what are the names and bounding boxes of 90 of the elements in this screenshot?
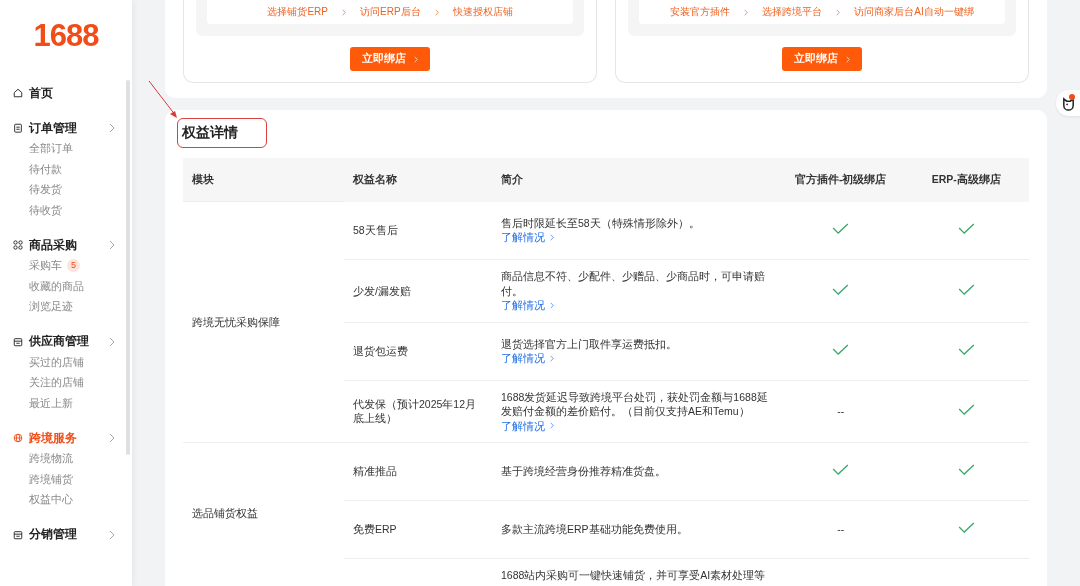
nav-item[interactable]: 权益中心 xyxy=(13,489,73,510)
column-header: 模块 xyxy=(183,158,344,202)
column-header: 简介 xyxy=(492,158,778,202)
chevron-icon xyxy=(109,529,115,540)
step-link[interactable]: 安装官方插件 xyxy=(670,5,731,19)
chevron-icon xyxy=(836,8,841,16)
learn-more-link[interactable]: 了解情况 xyxy=(501,418,554,433)
nav-group[interactable]: 订单管理 xyxy=(13,118,115,138)
check-icon xyxy=(832,464,850,476)
check-icon xyxy=(957,464,975,476)
column-header: ERP-高级绑店 xyxy=(903,158,1029,202)
table-cell-text: 基于跨境经营身份推荐精准货盘。 xyxy=(501,464,667,479)
grid-icon xyxy=(13,240,23,250)
chevron-icon xyxy=(434,8,439,16)
logo[interactable]: 1688 xyxy=(33,0,99,71)
nav-item[interactable]: 待收货 xyxy=(13,199,62,220)
step-link[interactable]: 访问ERP后台 xyxy=(360,5,421,19)
chevron-icon xyxy=(109,240,115,250)
nav-item[interactable]: 关注的店铺 xyxy=(13,372,84,393)
section-title: 权益详情 xyxy=(177,118,267,148)
chevron-icon xyxy=(550,354,554,362)
nav-group[interactable]: 跨境服务 xyxy=(13,428,115,448)
nav-item[interactable]: 全部订单 xyxy=(13,138,73,159)
nav-item[interactable]: 买过的店铺 xyxy=(13,351,84,372)
check-icon xyxy=(832,223,850,234)
nav-item[interactable]: 浏览足迹 xyxy=(13,296,73,317)
step-link[interactable]: 快速授权店铺 xyxy=(452,5,513,19)
table-cell: 免费ERP xyxy=(353,523,397,536)
chevron-icon xyxy=(550,234,554,241)
check-icon xyxy=(957,223,975,234)
column-header: 权益名称 xyxy=(344,158,492,202)
chevron-icon xyxy=(109,336,115,347)
globe-icon xyxy=(13,433,23,443)
step-link[interactable]: 选择跨境平台 xyxy=(762,5,823,19)
chevron-icon xyxy=(414,55,418,63)
cat-icon xyxy=(1060,95,1076,111)
check-icon xyxy=(957,283,975,295)
store-icon xyxy=(13,336,23,347)
table-cell-text: 多款主流跨境ERP基础功能免费使用。 xyxy=(501,522,689,537)
nav-group[interactable]: 分销管理 xyxy=(13,524,115,545)
check-icon xyxy=(832,343,850,355)
nav-item[interactable]: 跨境铺货 xyxy=(13,468,73,489)
bind-button[interactable]: 立即绑店 xyxy=(350,47,430,71)
assistant-button[interactable] xyxy=(1056,90,1080,116)
chevron-icon xyxy=(846,55,850,63)
table-cell: -- xyxy=(837,523,845,536)
table-cell: 选品铺货权益 xyxy=(192,506,258,519)
nav-group[interactable]: 供应商管理 xyxy=(13,331,115,352)
step-link[interactable]: 选择铺货ERP xyxy=(267,5,328,19)
check-icon xyxy=(957,343,975,355)
count-badge: 5 xyxy=(67,258,80,272)
table-cell: 精准推品 xyxy=(353,465,397,478)
check-icon xyxy=(832,283,850,295)
bind-button[interactable]: 立即绑店 xyxy=(782,47,862,71)
table-cell-text: 退货选择官方上门取件享运费抵扣。 xyxy=(501,336,678,351)
home-icon xyxy=(13,88,23,98)
nav-group[interactable]: 商品采购 xyxy=(13,235,115,255)
chevron-icon xyxy=(550,422,554,430)
table-cell: 代发保（预计2025年12月底上线） xyxy=(353,397,477,425)
table-cell: -- xyxy=(837,405,845,417)
check-icon xyxy=(957,522,975,534)
learn-more-link[interactable]: 了解情况 xyxy=(501,351,554,366)
table-cell: 跨境无忧采购保障 xyxy=(192,315,280,328)
table-cell: 少发/漏发赔 xyxy=(353,284,411,297)
chevron-icon xyxy=(109,123,115,133)
nav-item[interactable]: 收藏的商品 xyxy=(13,275,84,296)
table-cell: 退货包运费 xyxy=(353,344,408,357)
chevron-icon xyxy=(342,8,346,16)
table-cell-text: 商品信息不符、少配件、少赠品、少商品时，可申请赔付。 xyxy=(501,269,766,298)
nav-item[interactable]: 待发货 xyxy=(13,179,62,200)
chevron-icon xyxy=(550,301,554,309)
nav-group[interactable]: 首页 xyxy=(13,83,115,103)
store-icon xyxy=(13,529,23,540)
chevron-icon xyxy=(744,8,749,16)
learn-more-link[interactable]: 了解情况 xyxy=(501,298,554,313)
table-cell: 58天售后 xyxy=(353,224,398,236)
table-cell: 1688发货延迟导致跨境平台处罚，获处罚金额与1688延发赔付金额的差价赔付。（目前仅支持AE和Temu） xyxy=(501,389,769,419)
clipboard-icon xyxy=(13,123,23,133)
nav-item[interactable]: 跨境物流 xyxy=(13,448,73,469)
arrow-drawing xyxy=(148,80,180,120)
chevron-icon xyxy=(109,433,115,443)
table-cell-text: 1688站内采购可一键快速铺货，并可享受AI素材处理等 xyxy=(501,568,767,583)
nav-item[interactable]: 采购车 5 xyxy=(13,255,80,276)
step-link[interactable]: 访问商家后台AI自动一键绑 xyxy=(854,5,974,19)
table-cell-text: 售后时限延长至58天（特殊情形除外）。 xyxy=(501,215,701,231)
learn-more-link[interactable]: 了解情况 xyxy=(501,230,554,245)
nav-item[interactable]: 最近上新 xyxy=(13,392,73,413)
check-icon xyxy=(957,404,975,415)
nav-item[interactable]: 待付款 xyxy=(13,158,62,179)
column-header: 官方插件-初级绑店 xyxy=(778,158,904,202)
